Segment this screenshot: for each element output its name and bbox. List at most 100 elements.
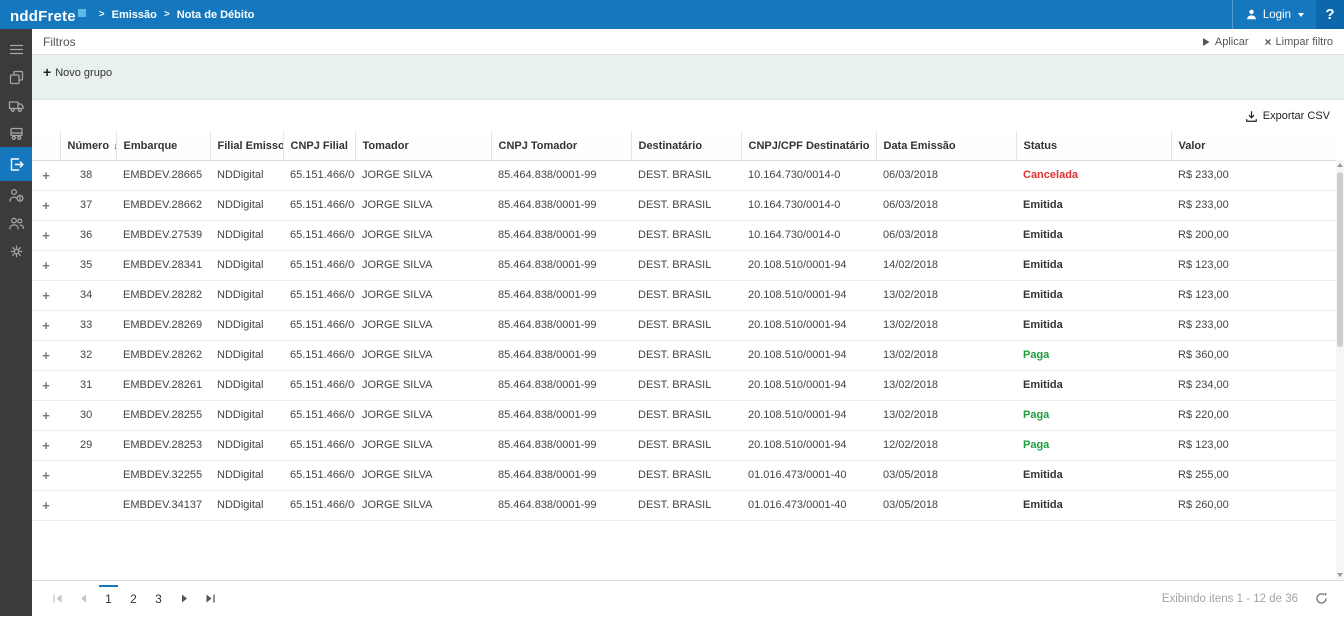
cell-cnpj-cpf-destinatario: 10.164.730/0014-0: [741, 220, 876, 250]
cell-status: Emitida: [1016, 190, 1171, 220]
header-numero[interactable]: Número↓: [60, 132, 116, 160]
table-row[interactable]: +35EMBDEV.28341NDDigital65.151.466/000..…: [32, 250, 1336, 280]
cell-filial-emissora: NDDigital: [210, 190, 283, 220]
table-row[interactable]: +32EMBDEV.28262NDDigital65.151.466/000..…: [32, 340, 1336, 370]
table-row[interactable]: +EMBDEV.34137NDDigital65.151.466/000...J…: [32, 490, 1336, 520]
page-2-button[interactable]: 2: [121, 581, 146, 617]
scroll-up-icon[interactable]: [1336, 160, 1344, 170]
topbar-right: Login ?: [1232, 0, 1344, 29]
first-page-button[interactable]: [44, 581, 70, 617]
expand-row-icon[interactable]: +: [32, 430, 60, 460]
scroll-down-icon[interactable]: [1336, 570, 1344, 580]
cell-valor: R$ 200,00: [1171, 220, 1336, 250]
cell-valor: R$ 123,00: [1171, 280, 1336, 310]
cell-embarque: EMBDEV.27539: [116, 220, 210, 250]
table-row[interactable]: +38EMBDEV.28665NDDigital65.151.466/000..…: [32, 160, 1336, 190]
breadcrumb-nota-de-debito[interactable]: Nota de Débito: [177, 9, 255, 21]
expand-row-icon[interactable]: +: [32, 460, 60, 490]
breadcrumb-emissao[interactable]: Emissão: [112, 9, 157, 21]
cell-cnpj-cpf-destinatario: 20.108.510/0001-94: [741, 310, 876, 340]
main-content: Filtros Aplicar × Limpar filtro + Novo g…: [32, 29, 1344, 616]
expand-row-icon[interactable]: +: [32, 310, 60, 340]
expand-row-icon[interactable]: +: [32, 250, 60, 280]
table-row[interactable]: +31EMBDEV.28261NDDigital65.151.466/000..…: [32, 370, 1336, 400]
cell-data-emissao: 03/05/2018: [876, 490, 1016, 520]
first-page-icon: [52, 593, 63, 604]
cell-embarque: EMBDEV.28269: [116, 310, 210, 340]
apply-filter-button[interactable]: Aplicar: [1201, 36, 1249, 48]
sidebar-item-branches[interactable]: [0, 63, 32, 91]
header-filial-emissora[interactable]: Filial Emissora: [210, 132, 283, 160]
sidebar-item-billing[interactable]: [0, 181, 32, 209]
app-logo[interactable]: nddFrete: [0, 4, 92, 25]
header-cnpj-filial[interactable]: CNPJ Filial: [283, 132, 355, 160]
next-page-button[interactable]: [171, 581, 197, 617]
header-destinatario[interactable]: Destinatário: [631, 132, 741, 160]
help-button[interactable]: ?: [1316, 0, 1344, 29]
expand-row-icon[interactable]: +: [32, 490, 60, 520]
vertical-scrollbar[interactable]: [1336, 160, 1344, 580]
cell-data-emissao: 13/02/2018: [876, 370, 1016, 400]
last-page-button[interactable]: [197, 581, 223, 617]
table-row[interactable]: +29EMBDEV.28253NDDigital65.151.466/000..…: [32, 430, 1336, 460]
prev-page-button[interactable]: [70, 581, 96, 617]
cell-filial-emissora: NDDigital: [210, 430, 283, 460]
cell-tomador: JORGE SILVA: [355, 340, 491, 370]
header-embarque[interactable]: Embarque: [116, 132, 210, 160]
cell-status: Emitida: [1016, 490, 1171, 520]
table-header-row: Número↓ Embarque Filial Emissora CNPJ Fi…: [32, 132, 1336, 160]
page-1-button[interactable]: 1: [96, 581, 121, 617]
clear-filter-button[interactable]: × Limpar filtro: [1265, 36, 1333, 48]
new-group-button[interactable]: + Novo grupo: [43, 67, 112, 79]
cell-numero: 38: [60, 160, 116, 190]
cell-data-emissao: 13/02/2018: [876, 310, 1016, 340]
login-menu[interactable]: Login: [1232, 0, 1316, 29]
cell-valor: R$ 220,00: [1171, 400, 1336, 430]
cell-embarque: EMBDEV.28341: [116, 250, 210, 280]
sidebar-item-truck[interactable]: [0, 91, 32, 119]
sidebar-item-settings[interactable]: [0, 237, 32, 265]
table-row[interactable]: +30EMBDEV.28255NDDigital65.151.466/000..…: [32, 400, 1336, 430]
cell-cnpj-tomador: 85.464.838/0001-99: [491, 460, 631, 490]
table-row[interactable]: +37EMBDEV.28662NDDigital65.151.466/000..…: [32, 190, 1336, 220]
sidebar-item-emission[interactable]: [0, 147, 32, 181]
expand-row-icon[interactable]: +: [32, 400, 60, 430]
table-row[interactable]: +36EMBDEV.27539NDDigital65.151.466/000..…: [32, 220, 1336, 250]
cell-filial-emissora: NDDigital: [210, 280, 283, 310]
header-tomador[interactable]: Tomador: [355, 132, 491, 160]
brand-mark-icon: [78, 9, 86, 17]
expand-row-icon[interactable]: +: [32, 370, 60, 400]
cell-tomador: JORGE SILVA: [355, 370, 491, 400]
expand-row-icon[interactable]: +: [32, 340, 60, 370]
users-icon: [8, 215, 25, 232]
emission-icon: [8, 156, 25, 173]
expand-row-icon[interactable]: +: [32, 160, 60, 190]
table-row[interactable]: +33EMBDEV.28269NDDigital65.151.466/000..…: [32, 310, 1336, 340]
sidebar-item-menu[interactable]: [0, 35, 32, 63]
cell-data-emissao: 06/03/2018: [876, 160, 1016, 190]
refresh-button[interactable]: [1310, 581, 1332, 617]
download-icon: [1245, 110, 1258, 123]
export-csv-button[interactable]: Exportar CSV: [1245, 110, 1330, 123]
last-page-icon: [205, 593, 216, 604]
brand-text: nddFrete: [10, 8, 76, 25]
table-row[interactable]: +EMBDEV.32255NDDigital65.151.466/000...J…: [32, 460, 1336, 490]
header-valor[interactable]: Valor: [1171, 132, 1336, 160]
sidebar-item-users[interactable]: [0, 209, 32, 237]
cell-cnpj-cpf-destinatario: 10.164.730/0014-0: [741, 160, 876, 190]
expand-row-icon[interactable]: +: [32, 280, 60, 310]
debit-notes-table: Número↓ Embarque Filial Emissora CNPJ Fi…: [32, 132, 1336, 521]
expand-row-icon[interactable]: +: [32, 190, 60, 220]
cell-embarque: EMBDEV.28665: [116, 160, 210, 190]
header-data-emissao[interactable]: Data Emissão: [876, 132, 1016, 160]
header-status[interactable]: Status: [1016, 132, 1171, 160]
page-3-button[interactable]: 3: [146, 581, 171, 617]
settings-icon: [8, 243, 25, 260]
sidebar-item-fleet[interactable]: [0, 119, 32, 147]
header-cnpj-cpf-destinatario[interactable]: CNPJ/CPF Destinatário: [741, 132, 876, 160]
table-row[interactable]: +34EMBDEV.28282NDDigital65.151.466/000..…: [32, 280, 1336, 310]
scrollbar-thumb[interactable]: [1337, 172, 1343, 347]
expand-row-icon[interactable]: +: [32, 220, 60, 250]
cell-cnpj-tomador: 85.464.838/0001-99: [491, 310, 631, 340]
header-cnpj-tomador[interactable]: CNPJ Tomador: [491, 132, 631, 160]
